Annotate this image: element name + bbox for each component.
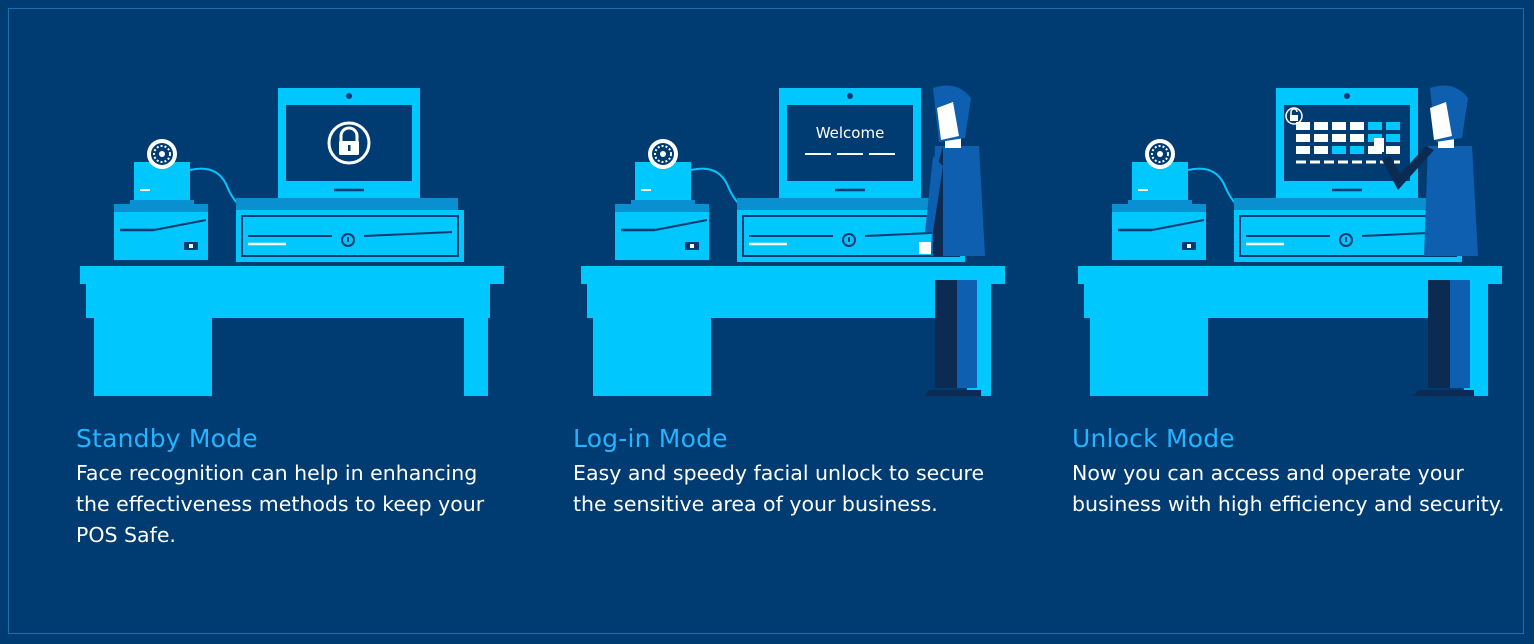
standby-mode-panel: Standby Mode Face recognition can help i… bbox=[76, 0, 516, 644]
mode-description: Easy and speedy facial unlock to secure … bbox=[573, 461, 985, 516]
unlock-mode-panel: Unlock Mode Now you can access and opera… bbox=[1072, 0, 1512, 644]
welcome-text: Welcome bbox=[816, 124, 885, 142]
mode-title: Unlock Mode bbox=[1072, 424, 1235, 453]
mode-title: Log-in Mode bbox=[573, 424, 728, 453]
standby-illustration bbox=[80, 88, 504, 396]
card-reader-cabinet bbox=[114, 204, 208, 260]
card-reader-cabinet bbox=[1112, 204, 1206, 260]
mode-title: Standby Mode bbox=[76, 424, 258, 453]
card-reader-cabinet bbox=[615, 204, 709, 260]
login-illustration: Welcome bbox=[581, 85, 1005, 396]
mode-description: Now you can access and operate your busi… bbox=[1072, 461, 1505, 516]
login-mode-panel: Welcome Log-in Mode Easy and speedy faci… bbox=[573, 0, 1013, 644]
monitor-screen bbox=[787, 105, 913, 181]
unlock-illustration bbox=[1078, 85, 1502, 396]
mode-description: Face recognition can help in enhancing t… bbox=[76, 461, 485, 547]
